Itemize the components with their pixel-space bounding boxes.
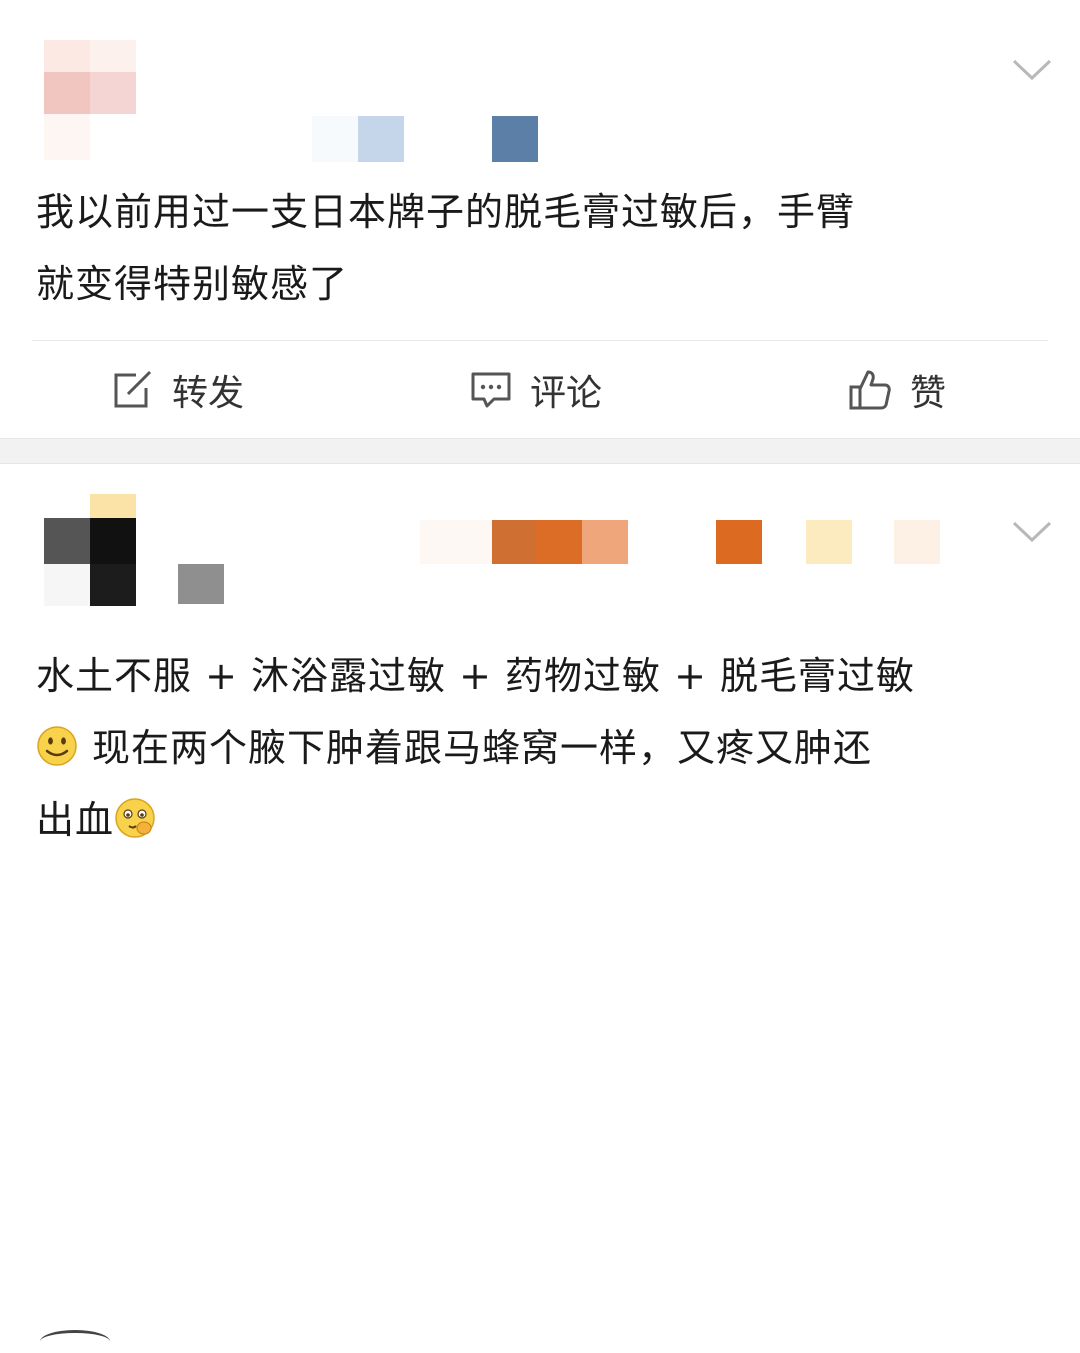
- post-text-line: 现在两个腋下肿着跟马蜂窝一样，又疼又肿还: [36, 712, 915, 784]
- post-text-segment: 现在两个腋下肿着跟马蜂窝一样，又疼又肿还: [92, 726, 873, 770]
- post-text-line: 水土不服 + 沐浴露过敏 + 药物过敏 + 脱毛膏过敏: [36, 654, 915, 698]
- smile-emoji-icon: [36, 718, 78, 766]
- post-text-line: 出血: [36, 784, 915, 856]
- post-card-1: 我以前用过一支日本牌子的脱毛膏过敏后，手臂 就变得特别敏感了 转发 评论 赞: [0, 0, 1080, 438]
- username-redacted[interactable]: [420, 520, 492, 564]
- post-text: 我以前用过一支日本牌子的脱毛膏过敏后，手臂 就变得特别敏感了: [36, 176, 855, 320]
- username-redacted: [894, 520, 940, 564]
- avatar[interactable]: [44, 494, 136, 606]
- repost-icon: [110, 370, 154, 410]
- post-card-2: 水土不服 + 沐浴露过敏 + 药物过敏 + 脱毛膏过敏 现在两个腋下肿着跟马蜂窝…: [0, 464, 1080, 1333]
- post-text-segment: 出血: [36, 798, 115, 842]
- like-button[interactable]: 赞: [848, 341, 946, 438]
- username-redacted: [536, 520, 582, 564]
- comment-button[interactable]: 评论: [470, 341, 602, 438]
- username-redacted: [492, 520, 536, 564]
- post-text: 水土不服 + 沐浴露过敏 + 药物过敏 + 脱毛膏过敏 现在两个腋下肿着跟马蜂窝…: [36, 640, 915, 856]
- post-text-line: 就变得特别敏感了: [36, 262, 349, 306]
- username-redacted: [358, 116, 404, 162]
- avatar[interactable]: [44, 40, 136, 160]
- shy-emoji-icon: [114, 790, 156, 838]
- username-redacted: [716, 520, 762, 564]
- post-separator: [0, 438, 1080, 464]
- action-bar: 转发 评论 赞: [0, 341, 1080, 438]
- post-text-line: 我以前用过一支日本牌子的脱毛膏过敏后，手臂: [36, 190, 856, 234]
- username-redacted: [806, 520, 852, 564]
- repost-label: 转发: [172, 372, 245, 414]
- repost-button[interactable]: 转发: [110, 341, 244, 438]
- username-redacted: [582, 520, 628, 564]
- comment-label: 评论: [530, 372, 603, 414]
- username-redacted: [492, 116, 538, 162]
- username-redacted[interactable]: [312, 116, 358, 162]
- chevron-down-icon[interactable]: [1012, 520, 1052, 544]
- thumbs-up-icon: [848, 368, 892, 412]
- chevron-down-icon[interactable]: [1012, 58, 1052, 82]
- comment-icon: [470, 370, 512, 410]
- like-label: 赞: [910, 372, 947, 414]
- next-avatar-edge: [40, 1330, 110, 1353]
- badge-redacted: [178, 564, 224, 604]
